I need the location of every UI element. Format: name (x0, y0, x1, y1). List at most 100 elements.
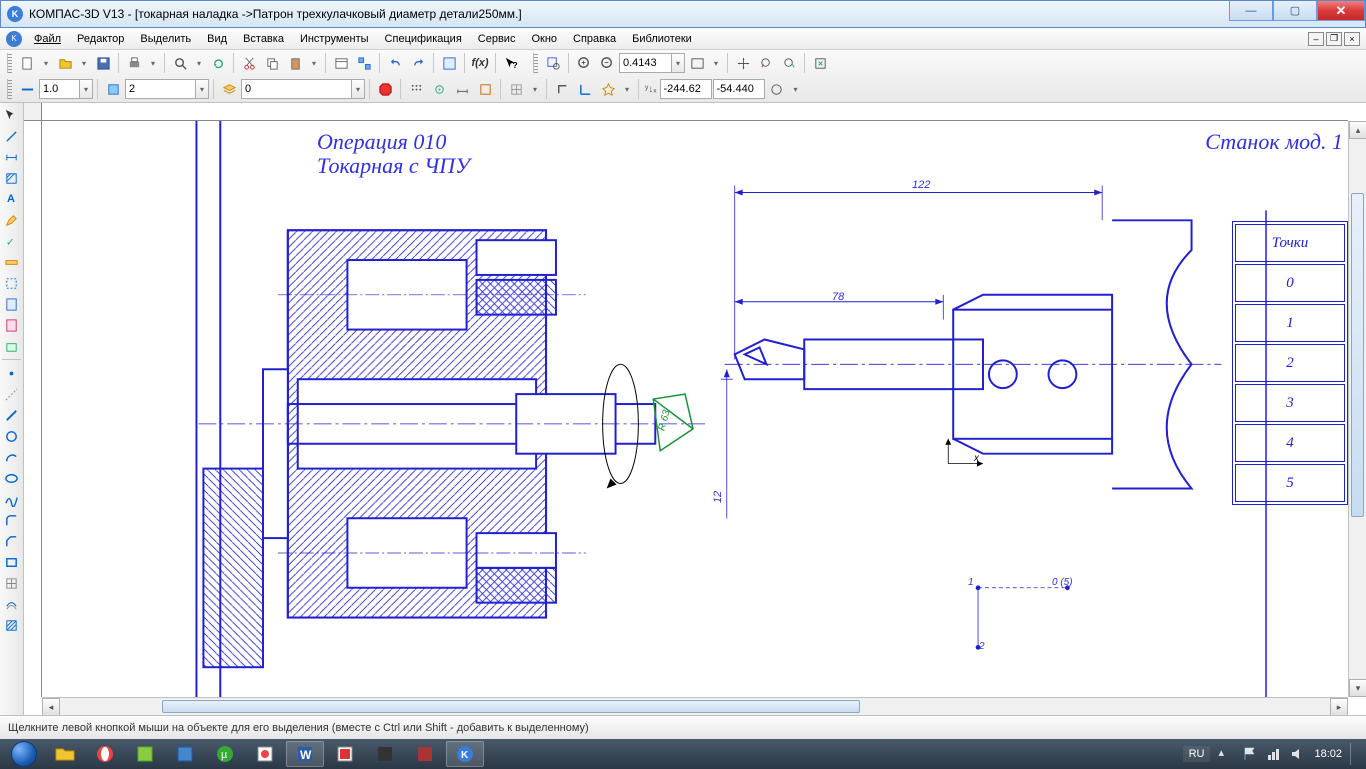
paste-button[interactable] (284, 52, 306, 74)
line-width-input[interactable] (39, 79, 79, 99)
spec-tool-button[interactable] (0, 294, 22, 314)
new-button[interactable] (16, 52, 38, 74)
toolbar-grip[interactable] (7, 79, 12, 99)
zoom-fit-dropdown[interactable]: ▾ (709, 59, 723, 68)
edit-tool-button[interactable] (0, 210, 22, 230)
preview-button[interactable] (169, 52, 191, 74)
menu-window[interactable]: Окно (523, 31, 565, 47)
equidistant-tool-button[interactable] (0, 594, 22, 614)
pan-button[interactable] (732, 52, 754, 74)
ortho-button[interactable] (551, 78, 573, 100)
menu-service[interactable]: Сервис (470, 31, 524, 47)
mdi-restore-button[interactable]: ❐ (1326, 32, 1342, 46)
line-style-icon[interactable] (16, 78, 38, 100)
open-dropdown[interactable]: ▾ (77, 59, 91, 68)
task-pdf[interactable] (326, 741, 364, 767)
task-app-2[interactable] (166, 741, 204, 767)
layer-input[interactable] (241, 79, 351, 99)
zoom-in-button[interactable] (573, 52, 595, 74)
tray-show-hidden-icon[interactable]: ▴ (1218, 746, 1234, 762)
aux-line-tool-button[interactable] (0, 384, 22, 404)
toolbar-grip[interactable] (533, 53, 538, 73)
zoom-fit-button[interactable] (686, 52, 708, 74)
layer-combo[interactable]: ▾ (241, 79, 365, 99)
minimize-button[interactable]: — (1229, 1, 1273, 21)
zoom-scale-combo[interactable]: ▾ (619, 53, 685, 73)
tray-lang[interactable]: RU (1183, 746, 1211, 762)
select-tool-button[interactable] (0, 273, 22, 293)
menu-view[interactable]: Вид (199, 31, 235, 47)
zoom-out-button[interactable] (596, 52, 618, 74)
zoom-prev-button[interactable] (755, 52, 777, 74)
scroll-up-button[interactable]: ▴ (1349, 121, 1366, 139)
tray-volume-icon[interactable] (1290, 746, 1306, 762)
measure-tool-button[interactable] (0, 252, 22, 272)
mdi-minimize-button[interactable]: – (1308, 32, 1324, 46)
cut-button[interactable] (238, 52, 260, 74)
tray-clock[interactable]: 18:02 (1314, 748, 1342, 760)
zoom-window-button[interactable] (542, 52, 564, 74)
dimension-tool-button[interactable] (0, 147, 22, 167)
menu-spec[interactable]: Спецификация (377, 31, 470, 47)
geometry-panel-button[interactable] (0, 105, 22, 125)
snap-point-button[interactable] (428, 78, 450, 100)
ellipse-tool-button[interactable] (0, 468, 22, 488)
arc-tool-button[interactable] (0, 447, 22, 467)
point-tool-button[interactable] (0, 363, 22, 383)
task-app-4[interactable] (366, 741, 404, 767)
stop-button[interactable] (374, 78, 396, 100)
local-cs-button[interactable] (574, 78, 596, 100)
help-context-button[interactable]: ? (500, 52, 522, 74)
layer-icon[interactable] (218, 78, 240, 100)
tray-flag-icon[interactable] (1242, 746, 1258, 762)
properties-button[interactable] (330, 52, 352, 74)
insert-tool-button[interactable] (0, 336, 22, 356)
print-button[interactable] (123, 52, 145, 74)
task-kompas[interactable]: K (446, 741, 484, 767)
mdi-close-button[interactable]: × (1344, 32, 1360, 46)
variables-button[interactable]: f(x) (469, 52, 491, 74)
copy-button[interactable] (261, 52, 283, 74)
circle-tool-button[interactable] (0, 426, 22, 446)
menu-select[interactable]: Выделить (132, 31, 199, 47)
view-state-icon[interactable] (102, 78, 124, 100)
maximize-button[interactable]: ▢ (1273, 1, 1317, 21)
task-word[interactable]: W (286, 741, 324, 767)
dimensions-button[interactable] (451, 78, 473, 100)
task-opera[interactable] (86, 741, 124, 767)
menu-insert[interactable]: Вставка (235, 31, 292, 47)
text-tool-button[interactable]: A (0, 189, 22, 209)
fillet-tool-button[interactable] (0, 510, 22, 530)
view-input[interactable] (125, 79, 195, 99)
zoom-scale-input[interactable] (619, 53, 671, 73)
view-combo[interactable]: ▾ (125, 79, 209, 99)
scrollbar-vertical[interactable]: ▴ ▾ (1348, 121, 1366, 697)
manager-button[interactable] (438, 52, 460, 74)
line-tool-button[interactable] (0, 126, 22, 146)
gather-tool-button[interactable] (0, 573, 22, 593)
line-width-combo[interactable]: ▾ (39, 79, 93, 99)
task-explorer[interactable] (46, 741, 84, 767)
parametric-button[interactable] (474, 78, 496, 100)
menu-help[interactable]: Справка (565, 31, 624, 47)
parametric-tool-button[interactable]: ✓ (0, 231, 22, 251)
close-button[interactable]: ✕ (1317, 1, 1365, 21)
tree-button[interactable] (353, 52, 375, 74)
refresh-button[interactable] (207, 52, 229, 74)
task-utorrent[interactable]: µ (206, 741, 244, 767)
report-tool-button[interactable] (0, 315, 22, 335)
doc-control-icon[interactable]: K (6, 31, 22, 47)
print-dropdown[interactable]: ▾ (146, 59, 160, 68)
menu-libraries[interactable]: Библиотеки (624, 31, 700, 47)
coord-x-input[interactable] (660, 79, 712, 99)
undo-button[interactable] (384, 52, 406, 74)
redraw-button[interactable] (809, 52, 831, 74)
coord-y-input[interactable] (713, 79, 765, 99)
snap-grid-button[interactable] (405, 78, 427, 100)
hatch-tool-button[interactable] (0, 168, 22, 188)
menu-tools[interactable]: Инструменты (292, 31, 377, 47)
show-desktop-button[interactable] (1350, 743, 1358, 765)
scroll-down-button[interactable]: ▾ (1349, 679, 1366, 697)
task-app-1[interactable] (126, 741, 164, 767)
grid-toggle-button[interactable] (505, 78, 527, 100)
